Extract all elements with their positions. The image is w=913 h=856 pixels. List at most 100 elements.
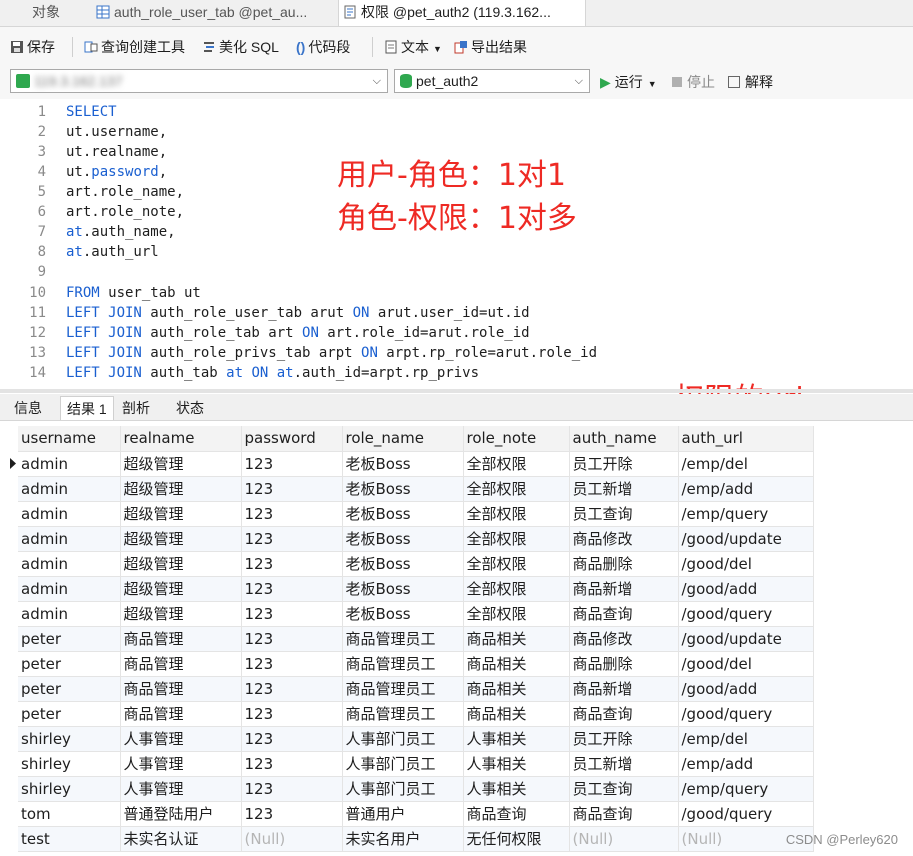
- tab-result-1[interactable]: 结果 1: [60, 396, 114, 420]
- column-header-password[interactable]: password: [241, 426, 343, 452]
- table-cell-auth-url[interactable]: /good/del: [678, 651, 814, 677]
- table-cell-password[interactable]: 123: [241, 576, 343, 602]
- table-cell-auth-url[interactable]: /good/update: [678, 526, 814, 552]
- table-row[interactable]: peter 商品管理 123 商品管理员工 商品相关 商品删除/good/del: [18, 651, 814, 677]
- table-cell-username[interactable]: admin: [18, 501, 121, 527]
- connection-select[interactable]: 119.3.162.137 ⌵: [10, 69, 388, 93]
- table-cell-username[interactable]: admin: [18, 451, 121, 477]
- table-cell-realname[interactable]: 人事管理: [120, 751, 242, 777]
- table-cell-role-name[interactable]: 老板Boss: [342, 526, 464, 552]
- database-select[interactable]: pet_auth2 ⌵: [394, 69, 590, 93]
- column-header-role-name[interactable]: role_name: [342, 426, 464, 452]
- table-cell-auth-url[interactable]: /emp/query: [678, 776, 814, 802]
- table-cell-username[interactable]: admin: [18, 601, 121, 627]
- table-cell-role-name[interactable]: 老板Boss: [342, 551, 464, 577]
- table-cell-role-name[interactable]: 商品管理员工: [342, 701, 464, 727]
- tab-status[interactable]: 状态: [170, 396, 210, 420]
- table-cell-username[interactable]: admin: [18, 576, 121, 602]
- table-cell-role-name[interactable]: 老板Boss: [342, 576, 464, 602]
- tab-profile[interactable]: 剖析: [116, 396, 156, 420]
- run-button[interactable]: ▶ 运行 ▼: [600, 71, 657, 93]
- table-cell-realname[interactable]: 超级管理: [120, 601, 242, 627]
- table-row[interactable]: peter 商品管理 123 商品管理员工 商品相关 商品新增/good/add: [18, 676, 814, 702]
- table-cell-auth-name[interactable]: 员工查询: [569, 776, 679, 802]
- table-cell-auth-name[interactable]: 商品新增: [569, 676, 679, 702]
- table-cell-username[interactable]: peter: [18, 651, 121, 677]
- table-row[interactable]: admin 超级管理 123 老板Boss 全部权限 员工开除/emp/del: [18, 451, 814, 477]
- table-cell-role-note[interactable]: 全部权限: [463, 526, 570, 552]
- column-header-username[interactable]: username: [18, 426, 121, 452]
- table-cell-realname[interactable]: 普通登陆用户: [120, 801, 242, 827]
- table-cell-role-name[interactable]: 人事部门员工: [342, 751, 464, 777]
- table-cell-auth-url[interactable]: /emp/del: [678, 451, 814, 477]
- table-row[interactable]: admin 超级管理 123 老板Boss 全部权限 商品查询/good/query: [18, 601, 814, 627]
- table-cell-auth-name[interactable]: 商品查询: [569, 701, 679, 727]
- table-row[interactable]: shirley 人事管理 123 人事部门员工 人事相关 员工开除/emp/del: [18, 726, 814, 752]
- table-cell-auth-name[interactable]: 商品查询: [569, 601, 679, 627]
- tab-info[interactable]: 信息: [8, 396, 48, 420]
- table-cell-role-name[interactable]: 人事部门员工: [342, 726, 464, 752]
- table-cell-username[interactable]: peter: [18, 626, 121, 652]
- table-cell-realname[interactable]: 未实名认证: [120, 826, 242, 852]
- table-cell-password[interactable]: 123: [241, 476, 343, 502]
- table-cell-role-note[interactable]: 商品相关: [463, 626, 570, 652]
- table-cell-auth-name[interactable]: 商品修改: [569, 526, 679, 552]
- table-cell-username[interactable]: admin: [18, 526, 121, 552]
- table-cell-password[interactable]: 123: [241, 726, 343, 752]
- table-cell-auth-url[interactable]: /good/add: [678, 676, 814, 702]
- table-cell-password[interactable]: 123: [241, 551, 343, 577]
- table-cell-username[interactable]: test: [18, 826, 121, 852]
- table-cell-role-note[interactable]: 人事相关: [463, 726, 570, 752]
- table-row[interactable]: admin 超级管理 123 老板Boss 全部权限 员工新增/emp/add: [18, 476, 814, 502]
- table-cell-realname[interactable]: 人事管理: [120, 726, 242, 752]
- table-cell-role-note[interactable]: 全部权限: [463, 551, 570, 577]
- table-cell-auth-name[interactable]: 商品新增: [569, 576, 679, 602]
- table-cell-password[interactable]: 123: [241, 776, 343, 802]
- table-cell-role-note[interactable]: 全部权限: [463, 601, 570, 627]
- table-cell-role-name[interactable]: 普通用户: [342, 801, 464, 827]
- table-cell-role-note[interactable]: 无任何权限: [463, 826, 570, 852]
- table-cell-realname[interactable]: 超级管理: [120, 451, 242, 477]
- column-header-role-note[interactable]: role_note: [463, 426, 570, 452]
- save-button[interactable]: 保存: [10, 36, 55, 58]
- table-cell-auth-url[interactable]: /good/query: [678, 601, 814, 627]
- table-cell-password[interactable]: 123: [241, 701, 343, 727]
- table-cell-role-name[interactable]: 人事部门员工: [342, 776, 464, 802]
- stop-button[interactable]: 停止: [672, 71, 715, 93]
- table-cell-auth-url[interactable]: /good/update: [678, 626, 814, 652]
- table-cell-auth-name[interactable]: 商品删除: [569, 651, 679, 677]
- column-header-auth-name[interactable]: auth_name: [569, 426, 679, 452]
- table-cell-username[interactable]: tom: [18, 801, 121, 827]
- table-cell-role-name[interactable]: 商品管理员工: [342, 626, 464, 652]
- tab-query-permissions[interactable]: 权限 @pet_auth2 (119.3.162...: [338, 0, 586, 26]
- table-cell-realname[interactable]: 商品管理: [120, 676, 242, 702]
- table-cell-role-name[interactable]: 商品管理员工: [342, 676, 464, 702]
- table-cell-role-note[interactable]: 商品查询: [463, 801, 570, 827]
- table-row[interactable]: admin 超级管理 123 老板Boss 全部权限 商品删除/good/del: [18, 551, 814, 577]
- table-row[interactable]: tom 普通登陆用户 123 普通用户 商品查询 商品查询/good/query: [18, 801, 814, 827]
- table-cell-auth-name[interactable]: 员工开除: [569, 726, 679, 752]
- table-cell-password[interactable]: 123: [241, 651, 343, 677]
- table-cell-password[interactable]: 123: [241, 751, 343, 777]
- table-cell-realname[interactable]: 超级管理: [120, 476, 242, 502]
- table-cell-role-note[interactable]: 全部权限: [463, 501, 570, 527]
- table-row[interactable]: admin 超级管理 123 老板Boss 全部权限 商品新增/good/add: [18, 576, 814, 602]
- table-cell-role-name[interactable]: 老板Boss: [342, 501, 464, 527]
- table-cell-role-note[interactable]: 全部权限: [463, 476, 570, 502]
- table-cell-realname[interactable]: 人事管理: [120, 776, 242, 802]
- table-cell-role-note[interactable]: 商品相关: [463, 676, 570, 702]
- table-cell-realname[interactable]: 超级管理: [120, 501, 242, 527]
- table-cell-auth-name[interactable]: 员工新增: [569, 476, 679, 502]
- table-cell-auth-name[interactable]: 商品查询: [569, 801, 679, 827]
- table-cell-role-name[interactable]: 老板Boss: [342, 451, 464, 477]
- table-cell-auth-name[interactable]: 商品删除: [569, 551, 679, 577]
- table-cell-username[interactable]: peter: [18, 701, 121, 727]
- editor-results-splitter[interactable]: [0, 389, 913, 393]
- table-cell-role-name[interactable]: 未实名用户: [342, 826, 464, 852]
- table-cell-auth-url[interactable]: /good/query: [678, 801, 814, 827]
- table-cell-auth-url[interactable]: /emp/add: [678, 751, 814, 777]
- table-cell-role-note[interactable]: 全部权限: [463, 451, 570, 477]
- table-cell-password[interactable]: 123: [241, 601, 343, 627]
- table-cell-username[interactable]: shirley: [18, 776, 121, 802]
- table-cell-password[interactable]: 123: [241, 626, 343, 652]
